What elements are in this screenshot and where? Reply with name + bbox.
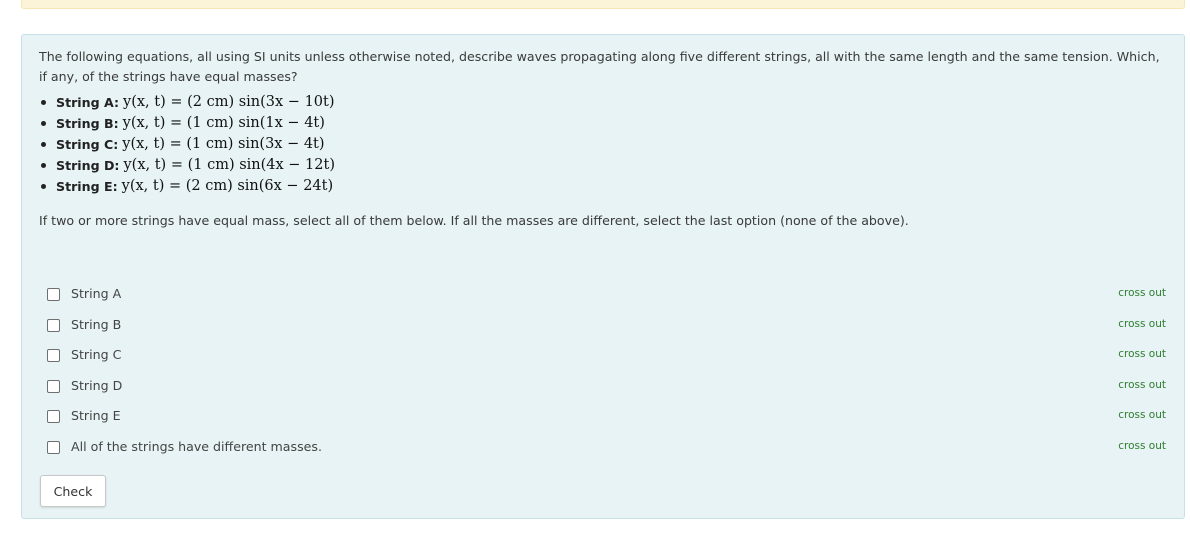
option-label[interactable]: String E <box>71 406 121 426</box>
option-string-c: String C cross out <box>22 341 1184 372</box>
equation-math: y(x, t) = (1 cm) sin(1x − 4t) <box>122 115 325 131</box>
cross-out-link[interactable]: cross out <box>1118 314 1166 334</box>
option-string-a: String A cross out <box>22 280 1184 311</box>
selection-instruction: If two or more strings have equal mass, … <box>39 213 909 228</box>
cross-out-link[interactable]: cross out <box>1118 344 1166 364</box>
equation-label: String E: <box>56 179 118 194</box>
equation-list: String A: y(x, t) = (2 cm) sin(3x − 10t)… <box>39 92 335 197</box>
option-label[interactable]: String A <box>71 284 121 304</box>
option-all-different: All of the strings have different masses… <box>22 433 1184 464</box>
option-label[interactable]: All of the strings have different masses… <box>71 437 322 457</box>
cross-out-link[interactable]: cross out <box>1118 283 1166 303</box>
bullet-icon <box>41 142 46 147</box>
option-label[interactable]: String C <box>71 345 121 365</box>
equation-math: y(x, t) = (2 cm) sin(6x − 24t) <box>121 178 334 194</box>
option-checkbox[interactable] <box>47 440 60 454</box>
bullet-icon <box>41 163 46 168</box>
option-checkbox[interactable] <box>47 318 60 332</box>
equation-math: y(x, t) = (1 cm) sin(4x − 12t) <box>123 157 335 173</box>
check-button[interactable]: Check <box>40 475 106 507</box>
top-notice-bar <box>21 0 1185 9</box>
option-checkbox[interactable] <box>47 349 60 362</box>
equation-item: String A: y(x, t) = (2 cm) sin(3x − 10t) <box>39 92 335 113</box>
question-prompt: The following equations, all using SI un… <box>39 49 1160 84</box>
equation-item: String C: y(x, t) = (1 cm) sin(3x − 4t) <box>39 134 335 155</box>
equation-label: String C: <box>56 137 119 152</box>
equation-label: String A: <box>56 95 119 110</box>
bullet-icon <box>41 184 46 189</box>
question-panel: The following equations, all using SI un… <box>21 34 1185 519</box>
cross-out-link[interactable]: cross out <box>1118 375 1166 395</box>
option-string-b: String B cross out <box>22 311 1184 342</box>
cross-out-link[interactable]: cross out <box>1118 405 1166 425</box>
option-checkbox[interactable] <box>47 379 60 393</box>
equation-item: String D: y(x, t) = (1 cm) sin(4x − 12t) <box>39 155 335 176</box>
answer-options: String A cross out String B cross out St… <box>22 280 1184 463</box>
cross-out-link[interactable]: cross out <box>1118 436 1166 456</box>
option-checkbox[interactable] <box>47 288 60 301</box>
equation-math: y(x, t) = (2 cm) sin(3x − 10t) <box>123 94 335 110</box>
option-string-e: String E cross out <box>22 402 1184 433</box>
option-checkbox[interactable] <box>47 410 60 423</box>
equation-item: String B: y(x, t) = (1 cm) sin(1x − 4t) <box>39 113 335 134</box>
bullet-icon <box>41 121 46 126</box>
equation-label: String D: <box>56 158 120 173</box>
bullet-icon <box>41 100 46 105</box>
option-label[interactable]: String B <box>71 315 121 335</box>
option-label[interactable]: String D <box>71 376 122 396</box>
equation-label: String B: <box>56 116 119 131</box>
equation-item: String E: y(x, t) = (2 cm) sin(6x − 24t) <box>39 176 335 197</box>
option-string-d: String D cross out <box>22 372 1184 403</box>
equation-math: y(x, t) = (1 cm) sin(3x − 4t) <box>122 136 325 152</box>
